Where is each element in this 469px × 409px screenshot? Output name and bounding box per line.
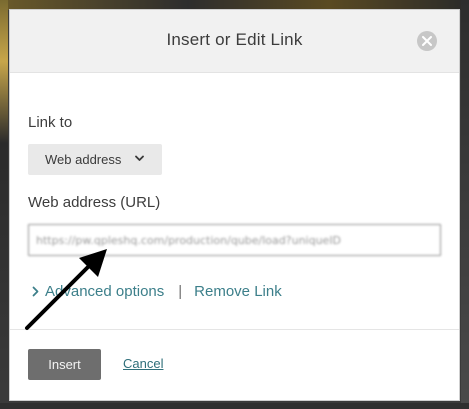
close-button[interactable] (417, 31, 437, 51)
dialog-title: Insert or Edit Link (166, 30, 303, 49)
options-separator: | (178, 283, 183, 300)
insert-link-dialog: Insert or Edit Link Link to Web address … (9, 9, 460, 401)
link-to-select[interactable]: Web address (28, 144, 162, 175)
cancel-link[interactable]: Cancel (123, 356, 163, 371)
options-row: Advanced options | Remove Link (32, 283, 282, 300)
remove-link-link[interactable]: Remove Link (194, 283, 282, 300)
link-to-selected-value: Web address (45, 152, 122, 167)
chevron-right-icon (32, 286, 39, 297)
insert-button[interactable]: Insert (28, 349, 101, 380)
background-left (0, 0, 8, 409)
advanced-options-link[interactable]: Advanced options (45, 283, 164, 300)
close-icon (422, 36, 432, 46)
chevron-down-icon (135, 155, 144, 161)
background-right (461, 0, 469, 409)
dialog-header: Insert or Edit Link (10, 10, 459, 73)
url-label: Web address (URL) (28, 194, 161, 211)
url-input[interactable] (28, 224, 441, 256)
background-bottom (0, 403, 469, 409)
footer-divider (10, 329, 459, 330)
link-to-label: Link to (28, 114, 73, 131)
